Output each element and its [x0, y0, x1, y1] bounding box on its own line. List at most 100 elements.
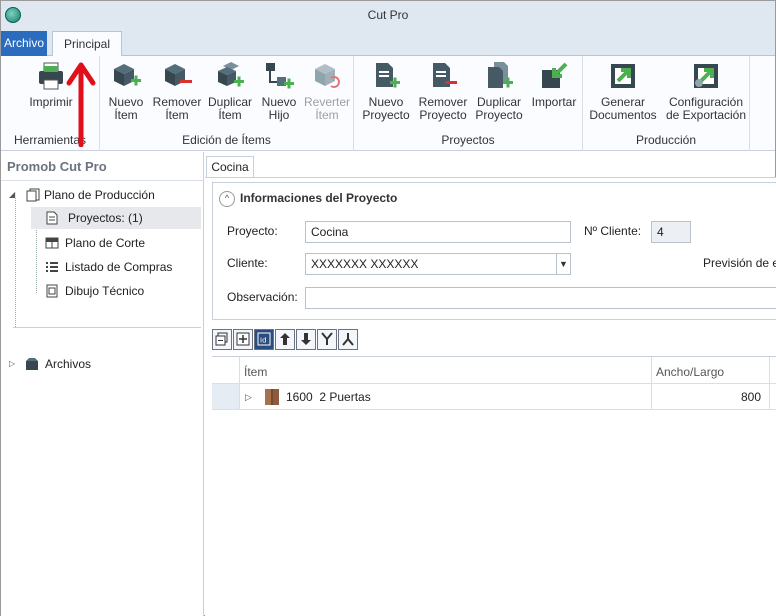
- remove-box-icon: [165, 64, 192, 86]
- nuevo-hijo-button[interactable]: Nuevo Hijo: [258, 60, 300, 122]
- nuevo-proyecto-label-2: Proyecto: [362, 108, 410, 122]
- observacion-input[interactable]: [305, 287, 776, 309]
- technical-drawing-icon: [46, 284, 58, 298]
- n-cliente-label: Nº Cliente:: [584, 224, 642, 238]
- archive-icon: [26, 358, 38, 370]
- add-box-icon: [114, 64, 141, 86]
- configuracion-exportacion-button[interactable]: Configuración de Exportación: [665, 60, 747, 122]
- expand-row-triangle-icon[interactable]: ▷: [245, 384, 252, 410]
- panel-title-divider: [1, 180, 203, 181]
- grid-header: Ítem Ancho/Largo: [212, 357, 776, 384]
- row-selector[interactable]: [212, 384, 240, 409]
- remover-proyecto-label-2: Proyecto: [419, 108, 467, 122]
- expand-all-button[interactable]: [233, 329, 253, 350]
- child-node-icon: [266, 63, 294, 89]
- expand-triangle-icon[interactable]: ▷: [9, 353, 15, 375]
- expand-plus-icon: [236, 332, 250, 346]
- merge-icon: [321, 332, 333, 345]
- duplicar-proyecto-button[interactable]: Duplicar Proyecto: [472, 60, 526, 122]
- import-icon: [542, 62, 568, 88]
- tree-item-plano-produccion[interactable]: ◢ Plano de Producción: [9, 184, 199, 206]
- duplicate-document-icon: [488, 62, 513, 88]
- group-produccion: Generar Documentos Configuración de Expo…: [583, 56, 750, 151]
- tree-item-plano-corte[interactable]: Plano de Corte: [31, 232, 201, 254]
- tree-label: Dibujo Técnico: [65, 284, 145, 298]
- group-label-produccion: Producción: [635, 133, 697, 147]
- project-info-section: ^ Informaciones del Proyecto Proyecto: C…: [212, 182, 776, 320]
- split-button[interactable]: [338, 329, 358, 350]
- remover-proyecto-button[interactable]: Remover Proyecto: [416, 60, 470, 122]
- revert-box-icon: [315, 64, 340, 88]
- proyecto-input[interactable]: Cocina: [305, 221, 571, 243]
- move-up-button[interactable]: [275, 329, 295, 350]
- duplicar-proyecto-label-2: Proyecto: [475, 108, 523, 122]
- tab-archivo[interactable]: Archivo: [1, 31, 47, 56]
- split-icon: [342, 333, 354, 346]
- cliente-select[interactable]: XXXXXXX XXXXXX ▼: [305, 253, 571, 275]
- merge-button[interactable]: [317, 329, 337, 350]
- tree-item-proyectos[interactable]: Proyectos: (1): [31, 207, 201, 229]
- new-document-icon: [376, 63, 400, 88]
- arrow-up-icon: [280, 333, 290, 345]
- grid-corner: [212, 357, 240, 384]
- tab-principal[interactable]: Principal: [52, 31, 122, 57]
- duplicar-item-button[interactable]: Duplicar Ítem: [205, 60, 255, 122]
- svg-text:Id: Id: [260, 337, 267, 345]
- column-header-item[interactable]: Ítem: [240, 357, 652, 384]
- item-name: 1600 2 Puertas: [286, 390, 371, 404]
- column-header-ancho-largo[interactable]: Ancho/Largo: [652, 357, 770, 384]
- proyecto-label: Proyecto:: [227, 224, 278, 238]
- tree-label: Archivos: [45, 357, 92, 371]
- generar-documentos-button[interactable]: Generar Documentos: [587, 60, 659, 122]
- app-window: Cut Pro Archivo Principal Imprimir Herra…: [0, 0, 776, 616]
- list-icon: [46, 262, 58, 272]
- tab-cocina[interactable]: Cocina: [206, 156, 254, 178]
- tree-label: Proyectos: (1): [68, 211, 143, 225]
- documents-icon: [26, 188, 40, 202]
- nuevo-item-label-2: Ítem: [114, 108, 138, 122]
- project-tree-panel: Promob Cut Pro ◢ Plano de Producción Pro…: [1, 152, 204, 616]
- revertir-item-button[interactable]: Reverter Ítem: [302, 60, 352, 122]
- cliente-label: Cliente:: [227, 256, 268, 270]
- tree-item-archivos[interactable]: ▷ Archivos: [9, 353, 199, 375]
- duplicate-box-icon: [218, 62, 244, 87]
- importar-label: Importar: [531, 95, 577, 109]
- export-documents-icon: [611, 64, 635, 88]
- n-cliente-input[interactable]: 4: [651, 221, 691, 243]
- collapse-all-button[interactable]: [212, 329, 232, 350]
- show-id-button[interactable]: Id: [254, 329, 274, 350]
- document-icon: [46, 211, 58, 225]
- section-title: Informaciones del Proyecto: [240, 191, 398, 205]
- nuevo-hijo-label-2: Hijo: [268, 108, 290, 122]
- tree-item-listado-compras[interactable]: Listado de Compras: [31, 256, 201, 278]
- arrow-down-icon: [301, 333, 311, 345]
- items-grid: Ítem Ancho/Largo ▷ 1600 2 Puertas 800: [212, 356, 776, 616]
- group-label-proyectos: Proyectos: [441, 133, 495, 147]
- tree-item-dibujo-tecnico[interactable]: Dibujo Técnico: [31, 280, 201, 302]
- prevision-label: Previsión de e: [703, 256, 776, 270]
- remover-item-label-2: Ítem: [165, 108, 189, 122]
- nuevo-item-button[interactable]: Nuevo Ítem: [104, 60, 148, 122]
- collapse-chevron-icon[interactable]: ^: [219, 191, 235, 207]
- wardrobe-icon: [265, 389, 279, 405]
- group-edicion-items: Nuevo Ítem Remover Ítem Duplicar Ítem Nu…: [100, 56, 354, 151]
- generar-documentos-label-2: Documentos: [589, 108, 657, 122]
- cliente-value: XXXXXXX XXXXXX: [311, 257, 419, 271]
- dropdown-arrow-icon[interactable]: ▼: [556, 254, 570, 274]
- ribbon-tab-row: Archivo Principal: [1, 29, 775, 57]
- collapse-triangle-icon[interactable]: ◢: [9, 184, 15, 206]
- tree-label: Plano de Producción: [44, 188, 155, 202]
- window-title: Cut Pro: [367, 8, 409, 22]
- remover-item-button[interactable]: Remover Ítem: [151, 60, 203, 122]
- table-row[interactable]: ▷ 1600 2 Puertas 800: [212, 384, 776, 410]
- title-bar: Cut Pro: [1, 1, 775, 29]
- duplicar-item-label-2: Ítem: [218, 108, 242, 122]
- annotation-arrow-icon: [66, 62, 96, 147]
- nuevo-proyecto-button[interactable]: Nuevo Proyecto: [360, 60, 412, 122]
- tree-label: Listado de Compras: [65, 260, 173, 274]
- importar-button[interactable]: Importar: [528, 60, 580, 109]
- group-label-edicion-items: Edición de Ítems: [182, 133, 271, 147]
- project-document-area: ^ Informaciones del Proyecto Proyecto: C…: [205, 177, 776, 616]
- panel-title: Promob Cut Pro: [7, 159, 107, 174]
- move-down-button[interactable]: [296, 329, 316, 350]
